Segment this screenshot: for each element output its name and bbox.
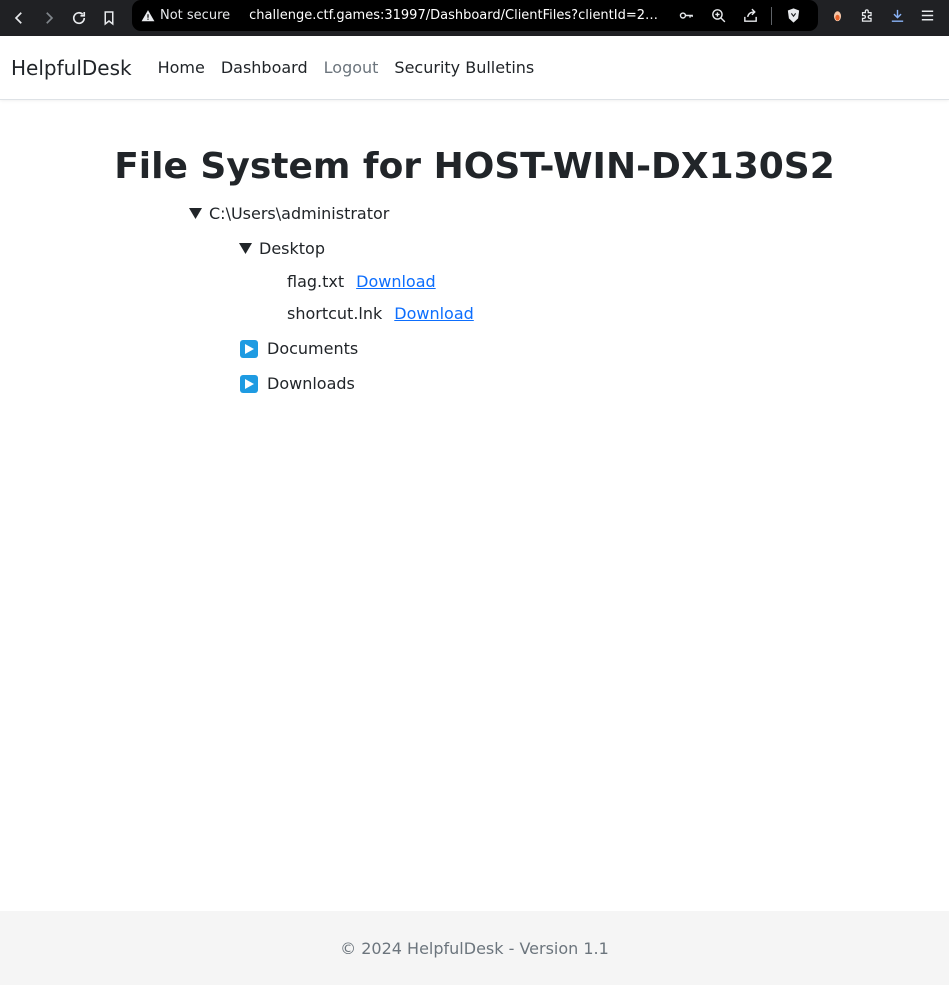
nav-link-logout[interactable]: Logout	[316, 58, 387, 77]
nav-link-dashboard[interactable]: Dashboard	[213, 58, 316, 77]
back-arrow-icon	[14, 12, 22, 24]
folder-label: Downloads	[267, 374, 355, 393]
downloads-button[interactable]	[886, 5, 908, 27]
tree-root-folder[interactable]: C:\Users\administrator	[188, 204, 389, 223]
puzzle-icon	[861, 9, 872, 22]
toolbar-separator	[771, 6, 772, 25]
expand-folder-icon[interactable]	[240, 374, 258, 393]
expand-folder-icon[interactable]	[240, 339, 258, 358]
zoom-in-icon	[711, 9, 725, 23]
download-link-shortcut[interactable]: Download	[394, 304, 474, 323]
site-footer: © 2024 HelpfulDesk - Version 1.1	[0, 911, 949, 985]
file-row-shortcut: shortcut.lnk Download	[287, 304, 474, 323]
file-name: flag.txt	[287, 272, 345, 291]
forward-arrow-icon	[46, 12, 54, 24]
nav-link-home[interactable]: Home	[150, 58, 213, 77]
tree-folder-downloads[interactable]: Downloads	[240, 374, 355, 393]
reload-button[interactable]	[66, 5, 92, 31]
nav-link-security-bulletins[interactable]: Security Bulletins	[386, 58, 542, 77]
file-row-flag: flag.txt Download	[287, 272, 436, 291]
brand-logo[interactable]: HelpfulDesk	[11, 56, 132, 80]
bookmark-icon	[104, 11, 114, 26]
footer-text: © 2024 HelpfulDesk - Version 1.1	[340, 938, 609, 958]
brave-shields-button[interactable]	[782, 5, 804, 27]
hamburger-menu-icon	[921, 10, 933, 21]
tree-folder-desktop[interactable]: Desktop	[238, 239, 325, 258]
lion-shield-icon	[787, 8, 799, 23]
tree-folder-documents[interactable]: Documents	[240, 339, 358, 358]
browser-toolbar: Not secure challenge.ctf.games:31997/Das…	[0, 0, 949, 36]
share-icon	[743, 8, 757, 22]
forward-button[interactable]	[36, 5, 62, 31]
site-navbar: HelpfulDesk Home Dashboard Logout Securi…	[0, 36, 949, 100]
download-link-flag[interactable]: Download	[356, 272, 436, 291]
key-icon	[679, 12, 693, 19]
address-bar[interactable]: Not secure challenge.ctf.games:31997/Das…	[132, 0, 818, 31]
main-menu-button[interactable]	[916, 5, 938, 27]
egg-extension-icon	[833, 11, 841, 22]
zoom-button[interactable]	[707, 5, 729, 27]
reload-icon	[72, 11, 86, 25]
extension-button[interactable]	[826, 5, 848, 27]
security-status[interactable]: Not secure	[160, 8, 230, 23]
extensions-menu-button[interactable]	[856, 5, 878, 27]
file-name: shortcut.lnk	[287, 304, 383, 323]
page-title: File System for HOST-WIN-DX130S2	[114, 146, 835, 187]
folder-label: C:\Users\administrator	[209, 204, 390, 223]
download-icon	[891, 9, 903, 22]
folder-label: Documents	[267, 339, 359, 358]
folder-label: Desktop	[259, 239, 325, 258]
caret-down-icon[interactable]	[238, 242, 252, 256]
warning-icon	[141, 9, 155, 21]
password-key-button[interactable]	[675, 5, 697, 27]
url-text[interactable]: challenge.ctf.games:31997/Dashboard/Clie…	[249, 8, 663, 23]
back-button[interactable]	[6, 5, 32, 31]
caret-down-icon[interactable]	[188, 207, 202, 221]
share-button[interactable]	[739, 5, 761, 27]
nav-links: Home Dashboard Logout Security Bulletins	[150, 58, 543, 77]
bookmark-button[interactable]	[96, 5, 122, 31]
